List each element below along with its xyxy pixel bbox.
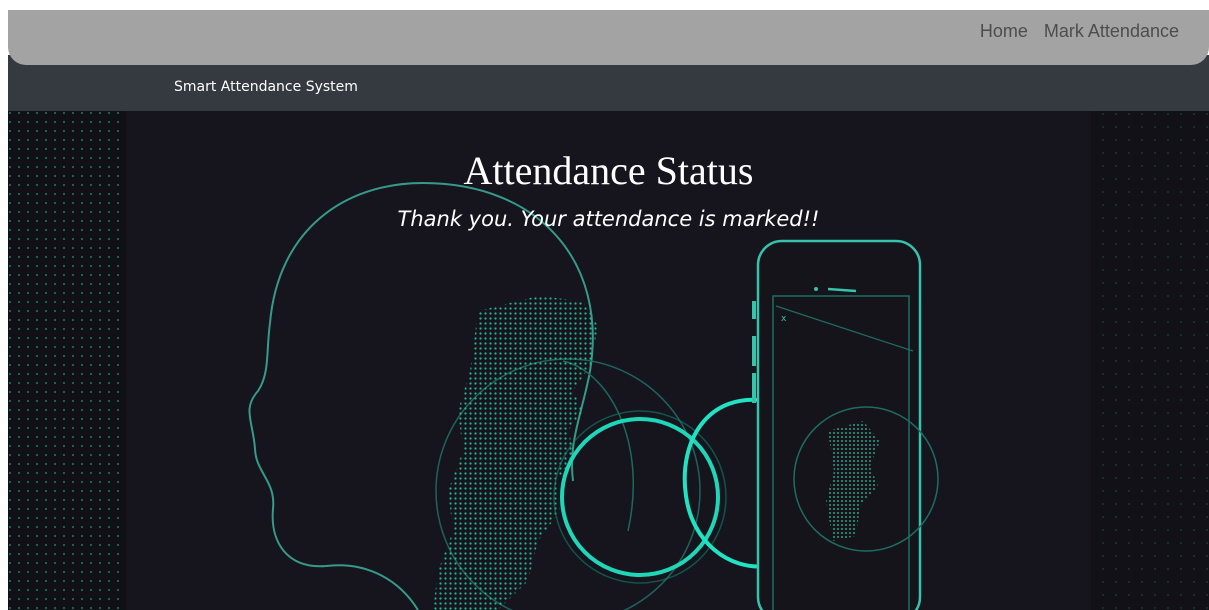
- page-title: Attendance Status: [463, 148, 754, 193]
- hero-section: x Attendance Status Thank you. Your atte…: [8, 111, 1209, 610]
- status-message: Thank you. Your attendance is marked!!: [397, 207, 820, 231]
- top-navbar: Home Mark Attendance: [8, 10, 1209, 65]
- phone-outline-icon: x: [752, 239, 939, 610]
- nav-links: Home Mark Attendance: [980, 21, 1179, 42]
- brand-link[interactable]: Smart Attendance System: [174, 79, 358, 95]
- svg-text:x: x: [781, 314, 787, 324]
- nav-home-link[interactable]: Home: [980, 21, 1028, 42]
- page-frame: Home Mark Attendance Smart Attendance Sy…: [8, 10, 1209, 610]
- nav-mark-attendance-link[interactable]: Mark Attendance: [1044, 21, 1179, 42]
